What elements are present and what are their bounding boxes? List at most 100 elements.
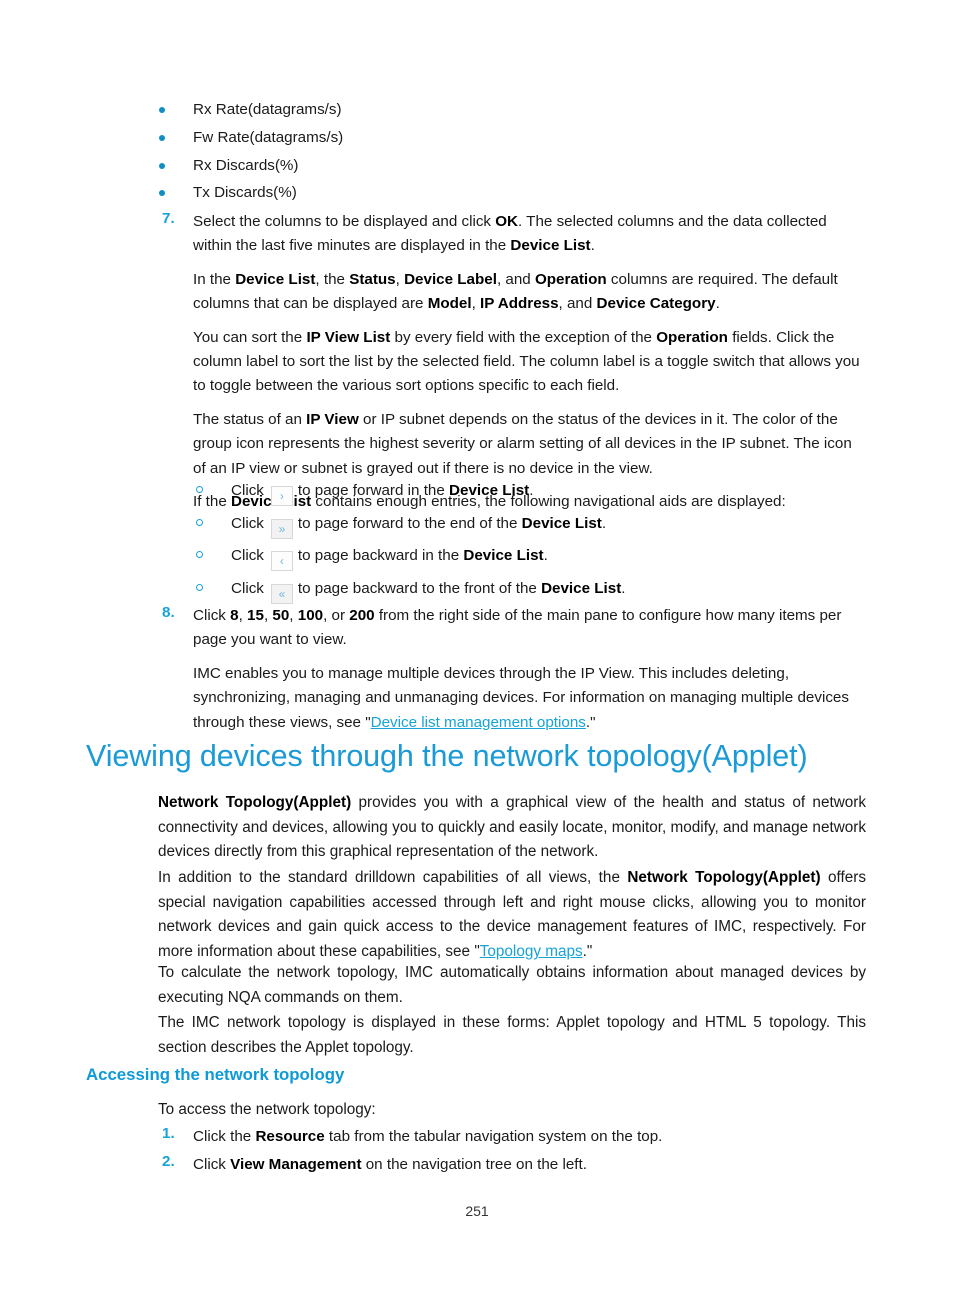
text: , xyxy=(238,607,248,624)
step7-paragraph-4: The status of an IP View or IP subnet de… xyxy=(193,408,867,481)
list-item: Click › to page forward in the Device List… xyxy=(193,478,873,511)
list-item-label: Rx Rate(datagrams/s) xyxy=(193,101,342,118)
text: The status of an xyxy=(193,410,307,428)
emphasis: Model xyxy=(427,295,472,313)
emphasis-network-topology-applet: Network Topology(Applet) xyxy=(627,869,821,886)
list-item-label: Rx Discards(%) xyxy=(193,156,299,174)
emphasis: Device Category xyxy=(596,295,716,313)
step-7: 7. Select the columns to be displayed an… xyxy=(155,210,867,514)
text: Select the columns to be displayed and c… xyxy=(193,213,496,230)
emphasis: Device Label xyxy=(404,270,497,288)
text: by every field with the exception of the xyxy=(390,328,657,346)
emphasis: IP Address xyxy=(480,295,559,313)
emphasis: Status xyxy=(349,270,396,288)
click-label: Click xyxy=(231,514,264,532)
emphasis-ok: OK xyxy=(495,213,519,230)
chevron-double-right-icon[interactable]: » xyxy=(270,518,293,539)
text: . xyxy=(715,295,720,313)
text: , and xyxy=(558,295,597,313)
emphasis-device-list: Device List xyxy=(449,482,530,499)
text: Click xyxy=(193,607,231,624)
text: In the xyxy=(193,270,236,288)
text: , xyxy=(395,270,405,288)
step7-paragraph-2: In the Device List, the Status, Device L… xyxy=(193,268,867,317)
click-label: Click xyxy=(231,579,264,597)
cross-reference-device-list-management[interactable]: Device list management options xyxy=(371,714,586,731)
emphasis: Device List xyxy=(235,270,316,288)
text: In addition to the standard drilldown ca… xyxy=(158,869,628,886)
step-2: 2. Click View Management on the navigati… xyxy=(155,1153,867,1177)
step2-paragraph: Click View Management on the navigation … xyxy=(193,1153,867,1177)
text: tab from the tabular navigation system o… xyxy=(324,1128,663,1145)
emphasis: IP View xyxy=(306,410,359,428)
list-item-label: Fw Rate(datagrams/s) xyxy=(193,128,344,146)
step-body: Click 8, 15, 50, 100, or 200 from the ri… xyxy=(193,604,867,735)
step-number: 7. xyxy=(162,210,175,227)
list-item: Rx Discards(%) xyxy=(155,154,855,182)
list-item: Click» to page forward to the end of the … xyxy=(193,511,873,544)
emphasis-page-size-50: 50 xyxy=(272,607,290,624)
emphasis-page-size-8: 8 xyxy=(230,607,239,624)
step-number: 2. xyxy=(162,1153,175,1170)
chevron-right-icon[interactable]: › xyxy=(270,486,293,506)
section-paragraph-1: Network Topology(Applet) provides you wi… xyxy=(158,791,866,865)
step-number: 8. xyxy=(162,604,175,621)
list-item: Tx Discards(%) xyxy=(155,181,855,209)
step7-paragraph-3: You can sort the IP View List by every f… xyxy=(193,326,867,399)
step7-paragraph-1: Select the columns to be displayed and c… xyxy=(193,210,867,259)
text: . xyxy=(621,579,626,597)
emphasis-device-list: Device List xyxy=(521,514,602,532)
emphasis-view-management: View Management xyxy=(230,1156,362,1173)
text: . xyxy=(543,547,548,564)
document-page: Rx Rate(datagrams/s) Fw Rate(datagrams/s… xyxy=(0,0,954,1296)
step-body: Select the columns to be displayed and c… xyxy=(193,210,867,514)
click-label: Click xyxy=(231,547,264,564)
list-item: Click ‹ to page backward in the Device Lis… xyxy=(193,543,873,576)
emphasis-resource-tab: Resource xyxy=(255,1128,325,1145)
text: , the xyxy=(315,270,350,288)
bullet-dot-icon xyxy=(159,134,165,141)
metric-bullet-list: Rx Rate(datagrams/s) Fw Rate(datagrams/s… xyxy=(155,98,855,209)
step-body: Click View Management on the navigation … xyxy=(193,1153,867,1177)
emphasis: Operation xyxy=(534,270,607,288)
text: . xyxy=(601,514,607,532)
hollow-bullet-icon xyxy=(196,518,203,526)
page-number: 251 xyxy=(465,1203,489,1219)
text: Click the xyxy=(193,1128,256,1145)
section-subtitle: Accessing the network topology xyxy=(86,1065,345,1084)
emphasis-device-list: Device List xyxy=(541,579,622,597)
text: Click xyxy=(193,1156,231,1173)
text: on the navigation tree on the left. xyxy=(361,1156,587,1173)
text: , or xyxy=(323,607,350,624)
emphasis: IP View List xyxy=(306,328,391,346)
text: ." xyxy=(585,713,596,731)
emphasis-page-size-100: 100 xyxy=(297,607,324,624)
text: You can sort the xyxy=(193,328,307,346)
list-item: Fw Rate(datagrams/s) xyxy=(155,126,855,154)
navigation-aid-list: Click › to page forward in the Device List… xyxy=(193,478,873,608)
emphasis-page-size-200: 200 xyxy=(349,607,375,624)
cross-reference-topology-maps[interactable]: Topology maps xyxy=(480,943,583,960)
bullet-dot-icon xyxy=(159,190,165,197)
emphasis-device-list: Device List xyxy=(463,547,544,564)
text: to page forward to the end of the xyxy=(297,514,522,532)
list-item: Rx Rate(datagrams/s) xyxy=(155,98,855,126)
text: , xyxy=(289,607,298,624)
list-item-label: Tx Discards(%) xyxy=(193,184,297,202)
step-1: 1. Click the Resource tab from the tabul… xyxy=(155,1125,867,1149)
emphasis: Operation xyxy=(656,328,728,346)
chevron-double-left-icon[interactable]: « xyxy=(270,583,293,604)
text: , xyxy=(471,295,481,313)
step-8: 8. Click 8, 15, 50, 100, or 200 from the… xyxy=(155,604,867,735)
chevron-left-icon[interactable]: ‹ xyxy=(270,551,293,571)
text: . xyxy=(529,482,534,499)
subsection-intro: To access the network topology: xyxy=(158,1101,376,1118)
page-title: Viewing devices through the network topo… xyxy=(86,739,808,773)
section-paragraph-3: To calculate the network topology, IMC a… xyxy=(158,964,866,1006)
emphasis-page-size-15: 15 xyxy=(247,607,264,624)
bullet-dot-icon xyxy=(159,107,165,113)
emphasis-network-topology-applet: Network Topology(Applet) xyxy=(158,794,352,811)
step8-paragraph-1: Click 8, 15, 50, 100, or 200 from the ri… xyxy=(193,604,867,653)
hollow-bullet-icon xyxy=(196,551,203,558)
hollow-bullet-icon xyxy=(196,486,203,493)
